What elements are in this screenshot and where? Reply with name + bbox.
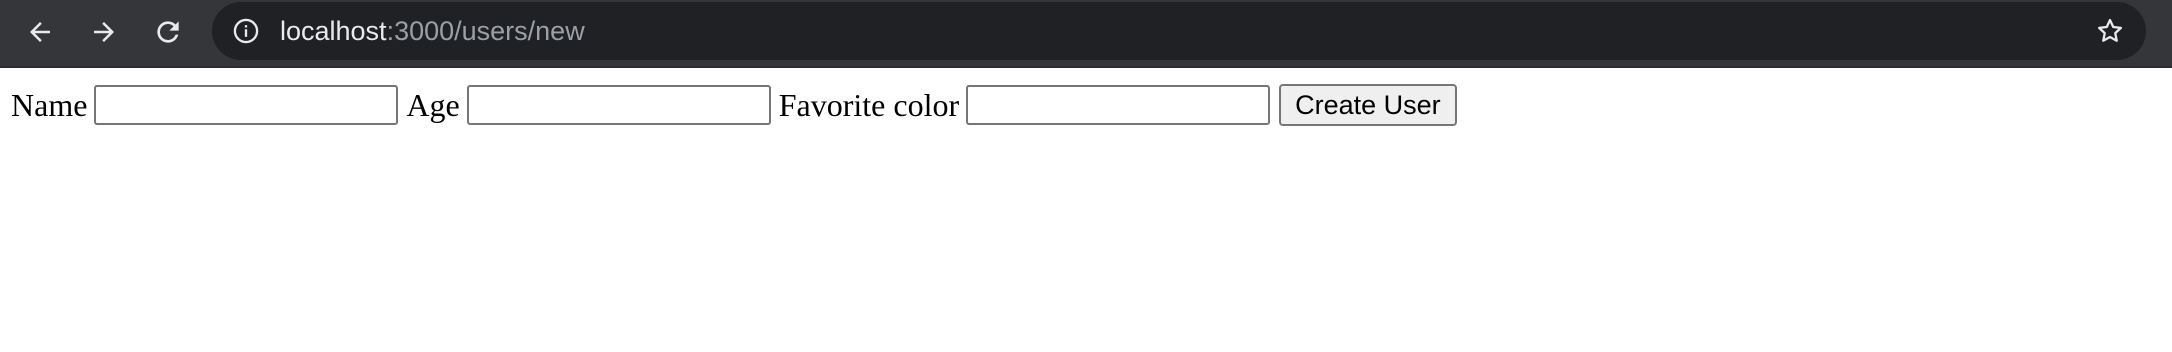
info-icon[interactable] (232, 17, 260, 45)
create-user-button[interactable]: Create User (1279, 84, 1457, 126)
url-path: :3000/users/new (386, 16, 585, 46)
arrow-left-icon (30, 22, 50, 42)
reload-icon (157, 21, 179, 43)
back-button[interactable] (18, 10, 62, 54)
age-input[interactable] (466, 85, 771, 125)
name-label: Name (11, 86, 88, 123)
name-input[interactable] (94, 85, 399, 125)
url-host: localhost (280, 16, 387, 46)
age-label: Age (406, 86, 460, 123)
star-icon[interactable] (2094, 15, 2126, 47)
address-bar[interactable]: localhost:3000/users/new (212, 2, 2146, 60)
url-text[interactable]: localhost:3000/users/new (280, 2, 585, 60)
new-user-form: Name Age Favorite color Create User (11, 84, 1457, 126)
forward-button[interactable] (82, 10, 126, 54)
browser-toolbar: localhost:3000/users/new (0, 0, 2172, 68)
favorite-color-label: Favorite color (778, 86, 960, 123)
favorite-color-input[interactable] (966, 85, 1271, 125)
arrow-right-icon (94, 22, 114, 42)
reload-button[interactable] (146, 10, 190, 54)
